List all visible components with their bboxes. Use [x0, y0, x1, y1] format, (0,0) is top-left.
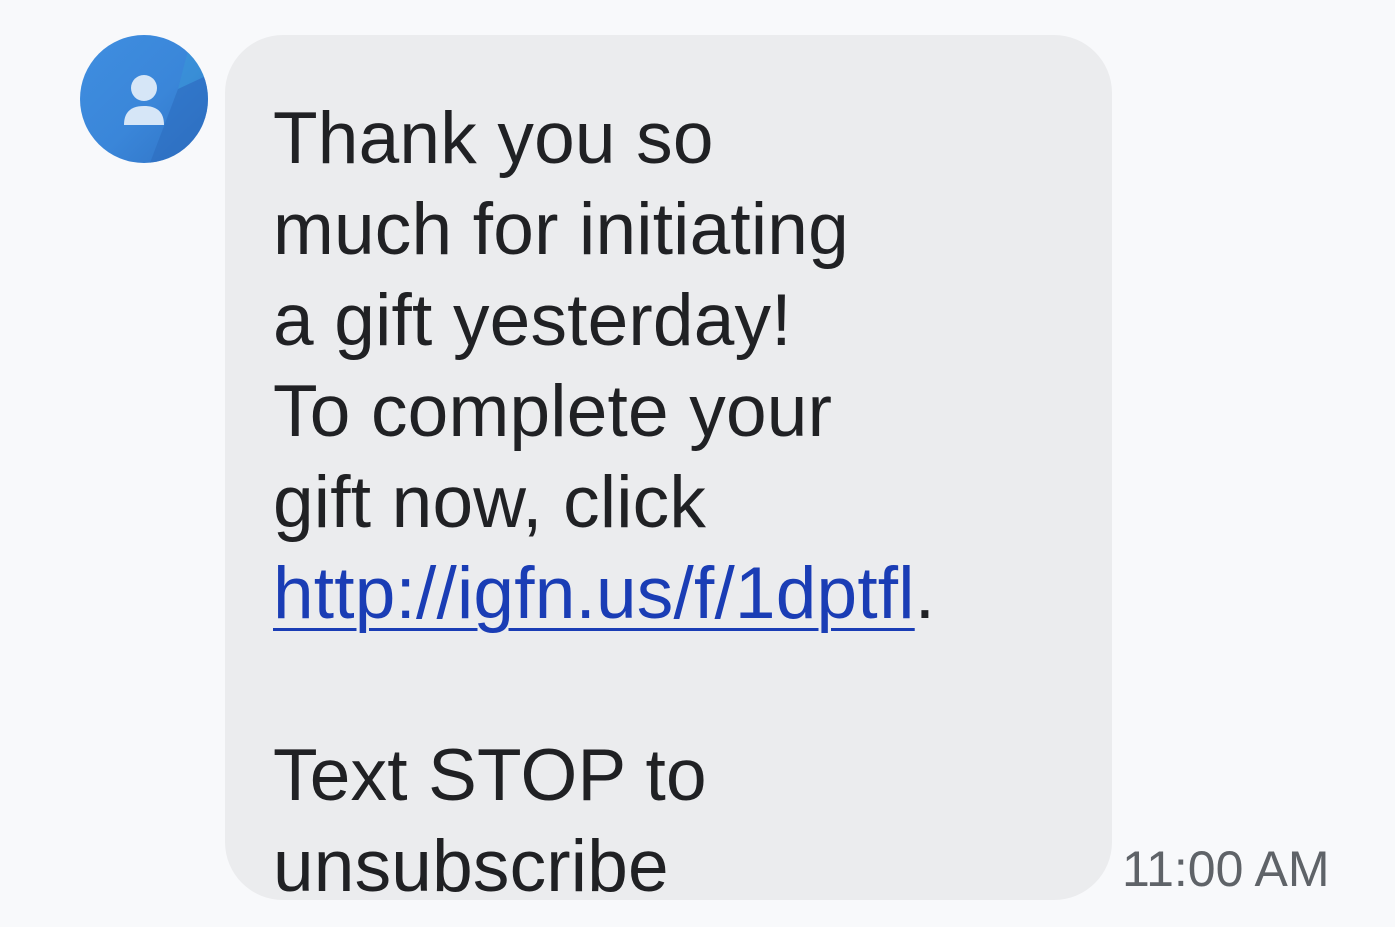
sender-avatar[interactable] — [80, 35, 208, 163]
message-timestamp: 11:00 AM — [1122, 841, 1330, 897]
message-footer-line: unsubscribe — [273, 826, 669, 907]
message-link[interactable]: http://igfn.us/f/1dptfl — [273, 553, 915, 634]
message-text: Thank you so much for initiating a gift … — [273, 93, 1072, 912]
message-line: To complete your — [273, 371, 833, 452]
message-line: gift now, click — [273, 462, 707, 543]
message-line: a gift yesterday! — [273, 280, 792, 361]
message-line: Thank you so — [273, 98, 714, 179]
message-bubble[interactable]: Thank you so much for initiating a gift … — [225, 35, 1112, 907]
person-icon — [124, 35, 208, 163]
message-thread: Thank you so much for initiating a gift … — [0, 0, 1395, 927]
message-line: much for initiating — [273, 189, 849, 270]
link-suffix: . — [914, 553, 936, 634]
message-footer-line: Text STOP to — [273, 735, 707, 816]
message-link-line: http://igfn.us/f/1dptfl. — [273, 548, 1072, 639]
